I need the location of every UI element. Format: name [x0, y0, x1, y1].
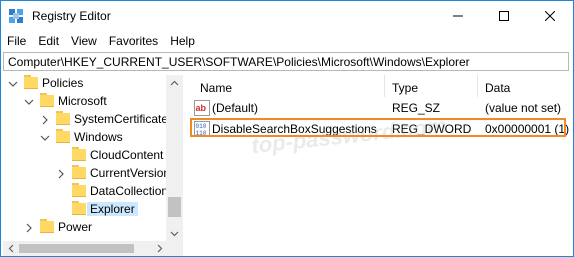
window-title: Registry Editor: [32, 9, 111, 23]
tree-horizontal-scrollbar[interactable]: [3, 241, 183, 256]
string-value-icon: ab: [194, 100, 210, 116]
tree-item-datacollection[interactable]: DataCollection: [3, 183, 183, 201]
folder-icon: [56, 129, 70, 143]
column-header-name[interactable]: Name: [200, 81, 232, 95]
tree-item-label: CloudContent: [90, 148, 164, 162]
menu-favorites[interactable]: Favorites: [103, 31, 164, 51]
scrollbar-thumb[interactable]: [19, 244, 134, 253]
address-path[interactable]: Computer\HKEY_CURRENT_USER\SOFTWARE\Poli…: [8, 55, 470, 69]
chevron-down-icon[interactable]: [24, 97, 34, 107]
tree-item-label: Policies: [42, 76, 84, 90]
tree-item-currentversion[interactable]: CurrentVersion: [3, 165, 183, 183]
tree-item-label: Microsoft: [58, 94, 107, 108]
title-bar[interactable]: Registry Editor: [1, 1, 573, 31]
folder-icon: [72, 183, 86, 197]
value-type: REG_SZ: [392, 101, 441, 115]
chevron-right-icon[interactable]: [56, 169, 66, 179]
pane-splitter[interactable]: [184, 75, 188, 256]
tree-item-label-selected: Explorer: [87, 202, 138, 216]
minimize-button[interactable]: [435, 1, 481, 31]
address-bar[interactable]: Computer\HKEY_CURRENT_USER\SOFTWARE\Poli…: [3, 52, 569, 71]
svg-text:ab: ab: [196, 103, 207, 113]
menu-view[interactable]: View: [65, 31, 103, 51]
tree-item-microsoft[interactable]: Microsoft: [3, 93, 183, 111]
menu-bar: File Edit View Favorites Help: [1, 31, 573, 51]
tree-item-windows[interactable]: Windows: [3, 129, 183, 147]
registry-editor-icon: [9, 9, 23, 23]
dword-value-icon: 010 110: [194, 121, 210, 137]
tree-item-label: SystemCertificate: [74, 112, 169, 126]
chevron-right-icon[interactable]: [40, 115, 50, 125]
values-list: Name Type Data ab (Default) REG_SZ (valu…: [189, 75, 573, 256]
maximize-button[interactable]: [481, 1, 527, 31]
value-data: (value not set): [485, 101, 562, 115]
close-button[interactable]: [527, 1, 573, 31]
scroll-left-icon[interactable]: [7, 244, 16, 253]
tree-item-label: DataCollection: [90, 184, 169, 198]
tree-item-explorer[interactable]: Explorer: [3, 201, 183, 219]
value-name: (Default): [212, 101, 259, 115]
column-header-type[interactable]: Type: [392, 81, 418, 95]
svg-text:010: 010: [196, 123, 207, 130]
tree-item-policies[interactable]: Policies: [3, 75, 183, 93]
registry-editor-window: Registry Editor File Edit View Favorites…: [0, 0, 574, 257]
menu-edit[interactable]: Edit: [32, 31, 65, 51]
scroll-up-icon[interactable]: [170, 79, 179, 88]
tree-item-cloudcontent[interactable]: CloudContent: [3, 147, 183, 165]
maximize-icon: [499, 11, 509, 21]
column-divider[interactable]: [384, 75, 385, 97]
chevron-down-icon[interactable]: [8, 79, 18, 89]
tree-item-label: Power: [58, 220, 93, 234]
scroll-down-icon[interactable]: [170, 229, 179, 238]
folder-icon: [72, 201, 86, 215]
chevron-right-icon[interactable]: [24, 223, 34, 233]
column-divider[interactable]: [477, 75, 478, 97]
key-tree: Policies Microsoft SystemCertificate Win…: [3, 75, 183, 255]
scroll-right-icon[interactable]: [155, 244, 164, 253]
scrollbar-thumb[interactable]: [168, 197, 181, 217]
svg-text:110: 110: [196, 130, 207, 137]
value-row-default[interactable]: ab (Default) REG_SZ (value not set): [189, 99, 573, 117]
folder-icon: [72, 147, 86, 161]
chevron-down-icon[interactable]: [40, 133, 50, 143]
menu-file[interactable]: File: [1, 31, 32, 51]
folder-icon: [24, 75, 38, 89]
tree-item-systemcertificates[interactable]: SystemCertificate: [3, 111, 183, 129]
column-header-data[interactable]: Data: [485, 81, 510, 95]
folder-icon: [40, 219, 54, 233]
tree-vertical-scrollbar[interactable]: [166, 75, 183, 241]
tree-item-power[interactable]: Power: [3, 219, 183, 237]
folder-icon: [72, 165, 86, 179]
value-data: 0x00000001 (1): [485, 122, 570, 136]
tree-item-label: Windows: [74, 130, 123, 144]
folder-icon: [56, 111, 70, 125]
minimize-icon: [453, 15, 463, 17]
close-icon: [545, 11, 555, 21]
menu-help[interactable]: Help: [164, 31, 201, 51]
folder-icon: [40, 93, 54, 107]
tree-item-label: CurrentVersion: [90, 166, 171, 180]
